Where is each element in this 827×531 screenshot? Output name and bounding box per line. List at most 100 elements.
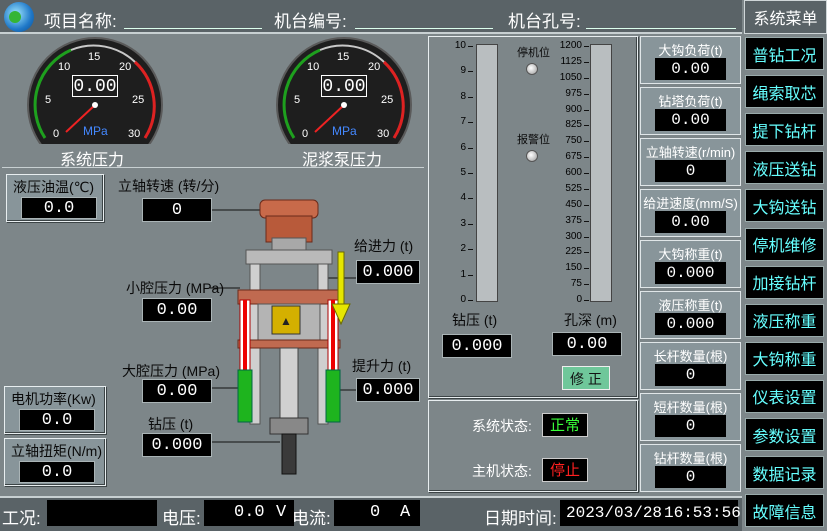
gauge-tick: 0 [302,128,309,140]
bar-tick-label: 3 [460,217,466,229]
rig-number-label: 机台编号: [274,12,347,31]
bar-tick-label: 825 [565,119,582,131]
datetime-display: 2023/03/28 16:53:56 [560,500,741,526]
bar-tick-mark [468,96,473,98]
voltage-display: 0.0 V [204,500,294,526]
bar-tick-label: 7 [460,116,466,128]
readout-panel: 钻杆数量(根) 0 [640,444,741,492]
menu-item[interactable]: 液压称重 [745,303,824,337]
bar-tick-label: 2 [460,243,466,255]
correct-button[interactable]: 修 正 [562,366,610,390]
readout-label: 钻杆数量(根) [653,451,728,466]
oil-temp-panel: 液压油温(℃) 0.0 [6,174,104,222]
readout-value: 0.00 [655,109,726,131]
menu-item[interactable]: 参数设置 [745,418,824,451]
gauge-unit: MPa [332,124,357,138]
bar-tick-mark [584,141,589,143]
gauge-unit: MPa [83,124,108,138]
readout-label: 给进速度(mm/S) [643,196,738,211]
time-value: 16:53:56 [664,504,741,522]
gauge-tick: 5 [294,94,301,106]
menu-item[interactable]: 仪表设置 [745,379,824,413]
system-pressure-label: 系统压力 [60,152,125,169]
hole-number-label: 机台孔号: [508,12,581,31]
gauge-tick: 30 [128,128,141,140]
voltage-label: 电压: [162,509,201,528]
current-label: 电流: [292,509,331,528]
readout-label: 短杆数量(根) [653,400,728,415]
bar-tick-label: 675 [565,151,582,163]
lift-force-value: 0.000 [356,378,420,402]
menu-item[interactable]: 加接钻杆 [745,265,824,299]
bar-tick-label: 0 [460,294,466,305]
menu-title: 系统菜单 [744,0,827,34]
current-unit: A [400,503,411,522]
condition-label: 工况: [2,509,41,528]
alarm-position-indicator [526,150,538,162]
gauge-tick: 25 [132,94,145,106]
menu-item[interactable]: 提下钻杆 [745,113,824,147]
bar-tick-mark [584,220,589,222]
menu-item[interactable]: 普钻工况 [745,37,824,70]
rig-bit-pressure-value: 0.000 [142,433,212,457]
bar-tick-label: 75 [570,278,582,290]
bar-tick-label: 5 [460,167,466,178]
shaft-torque-label: 立轴扭矩(N/m) [11,443,102,459]
gauge-tick: 0 [53,128,60,140]
bar-tick-mark [584,204,589,206]
readout-panel: 大钩称重(t) 0.000 [640,240,741,288]
mud-pump-pressure-ticks: 0 5 10 15 20 25 30 0.00 MPa [275,36,413,148]
shaft-torque-value: 0.0 [19,461,95,483]
menu-title-text: 系统菜单 [753,11,818,28]
readout-value: 0 [655,160,726,182]
feed-force-label: 给进力 (t) [354,238,414,254]
bar-tick-mark [584,61,589,63]
menu-item[interactable]: 大钩送钻 [745,189,824,223]
current-display: 0 A [334,500,420,526]
menu-item[interactable]: 大钩称重 [745,341,824,375]
hole-number-field[interactable] [586,28,736,29]
gauge-tick: 10 [58,61,71,73]
system-status-label: 系统状态: [472,418,532,434]
readout-label: 大钩负荷(t) [658,43,723,58]
bar-tick-mark [584,157,589,159]
readout-label: 立轴转速(r/min) [645,145,736,160]
header-bar: 项目名称: 机台编号: 机台孔号: [0,0,742,34]
drill-rig-diagram: ▲ [210,199,358,475]
gauge-tick: 25 [381,94,394,106]
menu-item[interactable]: 绳索取芯 [745,75,824,109]
condition-value [47,500,157,526]
gauge-tick: 20 [368,61,381,73]
host-status-label: 主机状态: [472,463,532,479]
bar-tick-mark [468,173,473,174]
readout-value: 0.000 [655,313,726,335]
bar-tick-label: 300 [565,230,582,242]
bar-tick-label: 1125 [560,55,582,67]
bar-tick-mark [584,300,589,301]
bar-tick-label: 900 [565,103,582,115]
system-pressure-value: 0.00 [72,75,118,97]
bar-tick-label: 0 [576,294,582,305]
bar-tick-mark [584,252,589,254]
big-chamber-label: 大腔压力 (MPa) [122,363,220,379]
menu-item[interactable]: 故障信息 [745,494,824,528]
bar-tick-label: 6 [460,141,466,153]
menu-item[interactable]: 数据记录 [745,456,824,490]
bar-tick-label: 750 [565,135,582,147]
readout-value: 0.000 [655,262,726,284]
bar-tick-mark [584,125,589,127]
oil-temp-value: 0.0 [21,197,97,219]
rig-number-field[interactable] [355,28,493,29]
bar-tick-mark [584,93,589,95]
menu-item[interactable]: 停机维修 [745,227,824,261]
menu-item[interactable]: 液压送钻 [745,151,824,185]
current-value: 0 [370,503,381,522]
bar-tick-mark [584,109,589,111]
gauge-tick: 20 [119,61,132,73]
project-name-field[interactable] [124,28,262,29]
readout-panel: 液压称重(t) 0.000 [640,291,741,339]
stop-position-indicator [526,63,538,75]
datetime-label: 日期时间: [484,509,557,528]
motor-power-value: 0.0 [19,409,95,431]
system-status-badge: 正常 [542,413,588,437]
